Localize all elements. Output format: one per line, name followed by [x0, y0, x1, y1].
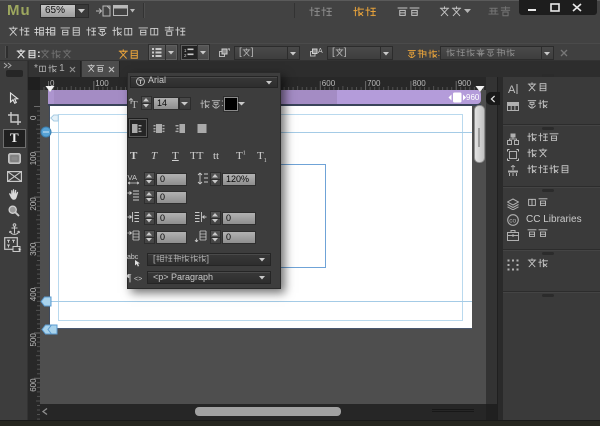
svg-text:600: 600 [322, 79, 336, 88]
svg-text:2: 2 [184, 53, 187, 57]
svg-text:500: 500 [29, 333, 38, 347]
svg-text:100: 100 [29, 151, 38, 165]
svg-text:A: A [318, 48, 323, 55]
svg-text:T: T [131, 99, 138, 109]
svg-text:abc: abc [127, 254, 139, 261]
svg-text:300: 300 [29, 242, 38, 256]
svg-text:¶: ¶ [127, 273, 132, 283]
svg-text:<>: <> [134, 276, 142, 283]
svg-text:900: 900 [458, 79, 472, 88]
svg-text:200: 200 [29, 197, 38, 211]
svg-text:VA: VA [128, 173, 137, 182]
svg-text:400: 400 [29, 287, 38, 301]
svg-text:600: 600 [29, 378, 38, 392]
svg-text:100: 100 [95, 79, 109, 88]
svg-text:700: 700 [367, 79, 381, 88]
svg-text:co: co [509, 218, 516, 225]
svg-text:0: 0 [29, 115, 38, 120]
svg-text:800: 800 [412, 79, 426, 88]
svg-text:A: A [508, 84, 516, 95]
